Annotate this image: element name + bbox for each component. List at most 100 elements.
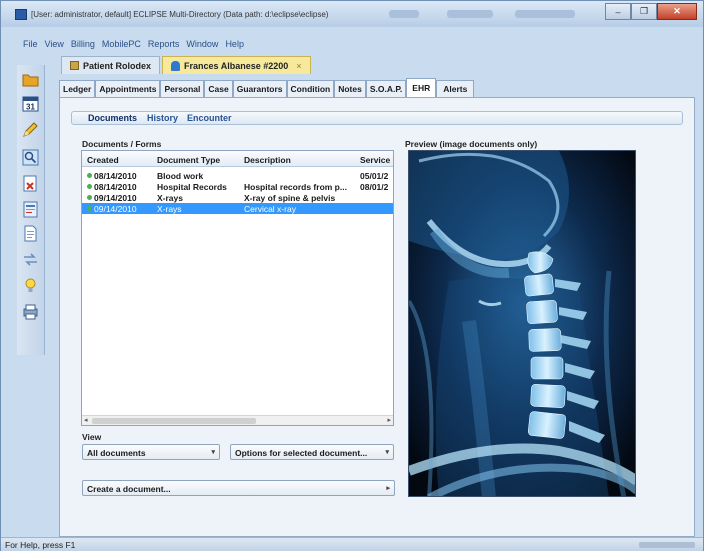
column-header-service[interactable]: Service (360, 155, 393, 165)
dropdown-arrow-icon: ▾ (211, 449, 215, 456)
grid-header: Created Document Type Description Servic… (82, 151, 393, 167)
status-indicator (639, 542, 695, 548)
window-title: [User: administrator, default] ECLIPSE M… (31, 10, 329, 19)
view-select[interactable]: All documents ▾ (82, 444, 220, 460)
cell-created: 08/14/2010 (87, 182, 137, 192)
cell-description: Cervical x-ray (244, 204, 296, 214)
scroll-left-icon[interactable]: ◂ (84, 416, 88, 424)
status-dot-icon (87, 195, 92, 200)
table-row[interactable]: 09/14/2010 X-rays X-ray of spine & pelvi… (82, 192, 393, 203)
subtab-documents[interactable]: Documents (88, 113, 137, 123)
patient-icon (171, 60, 181, 71)
status-dot-icon (87, 173, 92, 178)
title-bar-blurred-item (515, 10, 575, 18)
tab-appointments[interactable]: Appointments (95, 80, 161, 97)
column-header-description[interactable]: Description (244, 155, 291, 165)
create-button-label: Create a document... (87, 484, 171, 494)
documents-forms-label: Documents / Forms (82, 139, 162, 149)
status-dot-icon (87, 206, 92, 211)
preview-label: Preview (image documents only) (405, 139, 538, 149)
cell-service: 08/01/2 (360, 182, 389, 192)
close-tab-icon[interactable]: × (296, 61, 301, 71)
dropdown-arrow-icon: ▾ (385, 449, 389, 456)
tab-case[interactable]: Case (204, 80, 233, 97)
subtab-history[interactable]: History (147, 113, 178, 123)
status-dot-icon (87, 184, 92, 189)
folder-icon[interactable] (22, 71, 39, 88)
left-toolbar: 31 (17, 65, 45, 355)
patient-search-icon[interactable] (22, 149, 39, 166)
close-button[interactable]: ✕ (657, 3, 697, 20)
tab-condition[interactable]: Condition (286, 80, 335, 97)
title-bar-blurred-item (447, 10, 493, 18)
menu-bar: File View Billing MobilePC Reports Windo… (23, 39, 244, 49)
form-icon[interactable] (22, 201, 39, 218)
app-window: [User: administrator, default] ECLIPSE M… (0, 0, 704, 551)
scrollbar-thumb[interactable] (92, 418, 256, 424)
tab-notes[interactable]: Notes (334, 80, 366, 97)
tab-soap[interactable]: S.O.A.P. (365, 80, 407, 97)
tab-label: Patient Rolodex (83, 60, 152, 71)
lightbulb-icon[interactable] (22, 277, 39, 294)
scroll-right-icon[interactable]: ▸ (387, 416, 391, 424)
options-button-label: Options for selected document... (235, 448, 368, 458)
tab-patient-rolodex[interactable]: Patient Rolodex (61, 56, 161, 74)
status-bar: For Help, press F1 (1, 537, 703, 551)
menu-window[interactable]: Window (186, 39, 218, 49)
menu-billing[interactable]: Billing (71, 39, 95, 49)
create-document-button[interactable]: Create a document... ▸ (82, 480, 395, 496)
menu-help[interactable]: Help (225, 39, 244, 49)
menu-reports[interactable]: Reports (148, 39, 180, 49)
cell-document-type: Blood work (157, 171, 204, 181)
options-for-selected-document-button[interactable]: Options for selected document... ▾ (230, 444, 394, 460)
maximize-button[interactable]: ❐ (631, 3, 657, 20)
printer-icon[interactable] (22, 303, 39, 320)
tab-patient-record[interactable]: Frances Albanese #2200 × (162, 56, 311, 74)
table-row[interactable]: 08/14/2010 Blood work 05/01/2 (82, 170, 393, 181)
view-select-value: All documents (87, 448, 146, 458)
title-bar-blurred-item (389, 10, 419, 18)
tab-guarantors[interactable]: Guarantors (232, 80, 287, 97)
table-row-selected[interactable]: 09/14/2010 X-rays Cervical x-ray (82, 203, 393, 214)
column-header-document-type[interactable]: Document Type (157, 155, 220, 165)
cell-description: Hospital records from p... (244, 182, 347, 192)
menu-file[interactable]: File (23, 39, 38, 49)
documents-grid[interactable]: Created Document Type Description Servic… (81, 150, 394, 426)
cell-document-type: X-rays (157, 193, 183, 203)
document-icon[interactable] (22, 225, 39, 242)
ehr-subtab-bar: Documents History Encounter (71, 111, 683, 125)
menu-mobilepc[interactable]: MobilePC (102, 39, 141, 49)
horizontal-scrollbar[interactable]: ◂ ▸ (82, 415, 393, 425)
tab-label: Frances Albanese #2200 (184, 60, 289, 71)
subtab-encounter[interactable]: Encounter (187, 113, 232, 123)
title-bar: [User: administrator, default] ECLIPSE M… (1, 1, 703, 27)
window-controls: – ❐ ✕ (605, 3, 697, 20)
cell-created: 09/14/2010 (87, 193, 137, 203)
cell-created: 08/14/2010 (87, 171, 137, 181)
column-header-created[interactable]: Created (87, 155, 119, 165)
menu-view[interactable]: View (45, 39, 64, 49)
tab-ehr[interactable]: EHR (406, 78, 437, 97)
cell-created: 09/14/2010 (87, 204, 137, 214)
cell-document-type: X-rays (157, 204, 182, 214)
document-tab-bar: Patient Rolodex Frances Albanese #2200 × (61, 56, 313, 74)
dropdown-arrow-icon: ▸ (386, 485, 390, 492)
pencil-icon[interactable] (22, 121, 39, 138)
form-tab-strip: Ledger Appointments Personal Case Guaran… (59, 78, 475, 97)
minimize-button[interactable]: – (605, 3, 631, 20)
view-label: View (82, 432, 102, 442)
calendar-day: 31 (26, 103, 35, 112)
rolodex-icon (70, 61, 79, 70)
tab-ledger[interactable]: Ledger (59, 80, 96, 97)
cell-service: 05/01/2 (360, 171, 389, 181)
tab-personal[interactable]: Personal (160, 80, 205, 97)
tab-alerts[interactable]: Alerts (436, 80, 475, 97)
app-icon (15, 9, 27, 20)
remove-icon[interactable] (22, 175, 39, 192)
transfer-icon[interactable] (22, 251, 39, 268)
table-row[interactable]: 08/14/2010 Hospital Records Hospital rec… (82, 181, 393, 192)
cell-description: X-ray of spine & pelvis (244, 193, 336, 203)
cell-document-type: Hospital Records (157, 182, 227, 192)
calendar-icon[interactable]: 31 (22, 95, 39, 112)
xray-preview-image (408, 150, 636, 497)
